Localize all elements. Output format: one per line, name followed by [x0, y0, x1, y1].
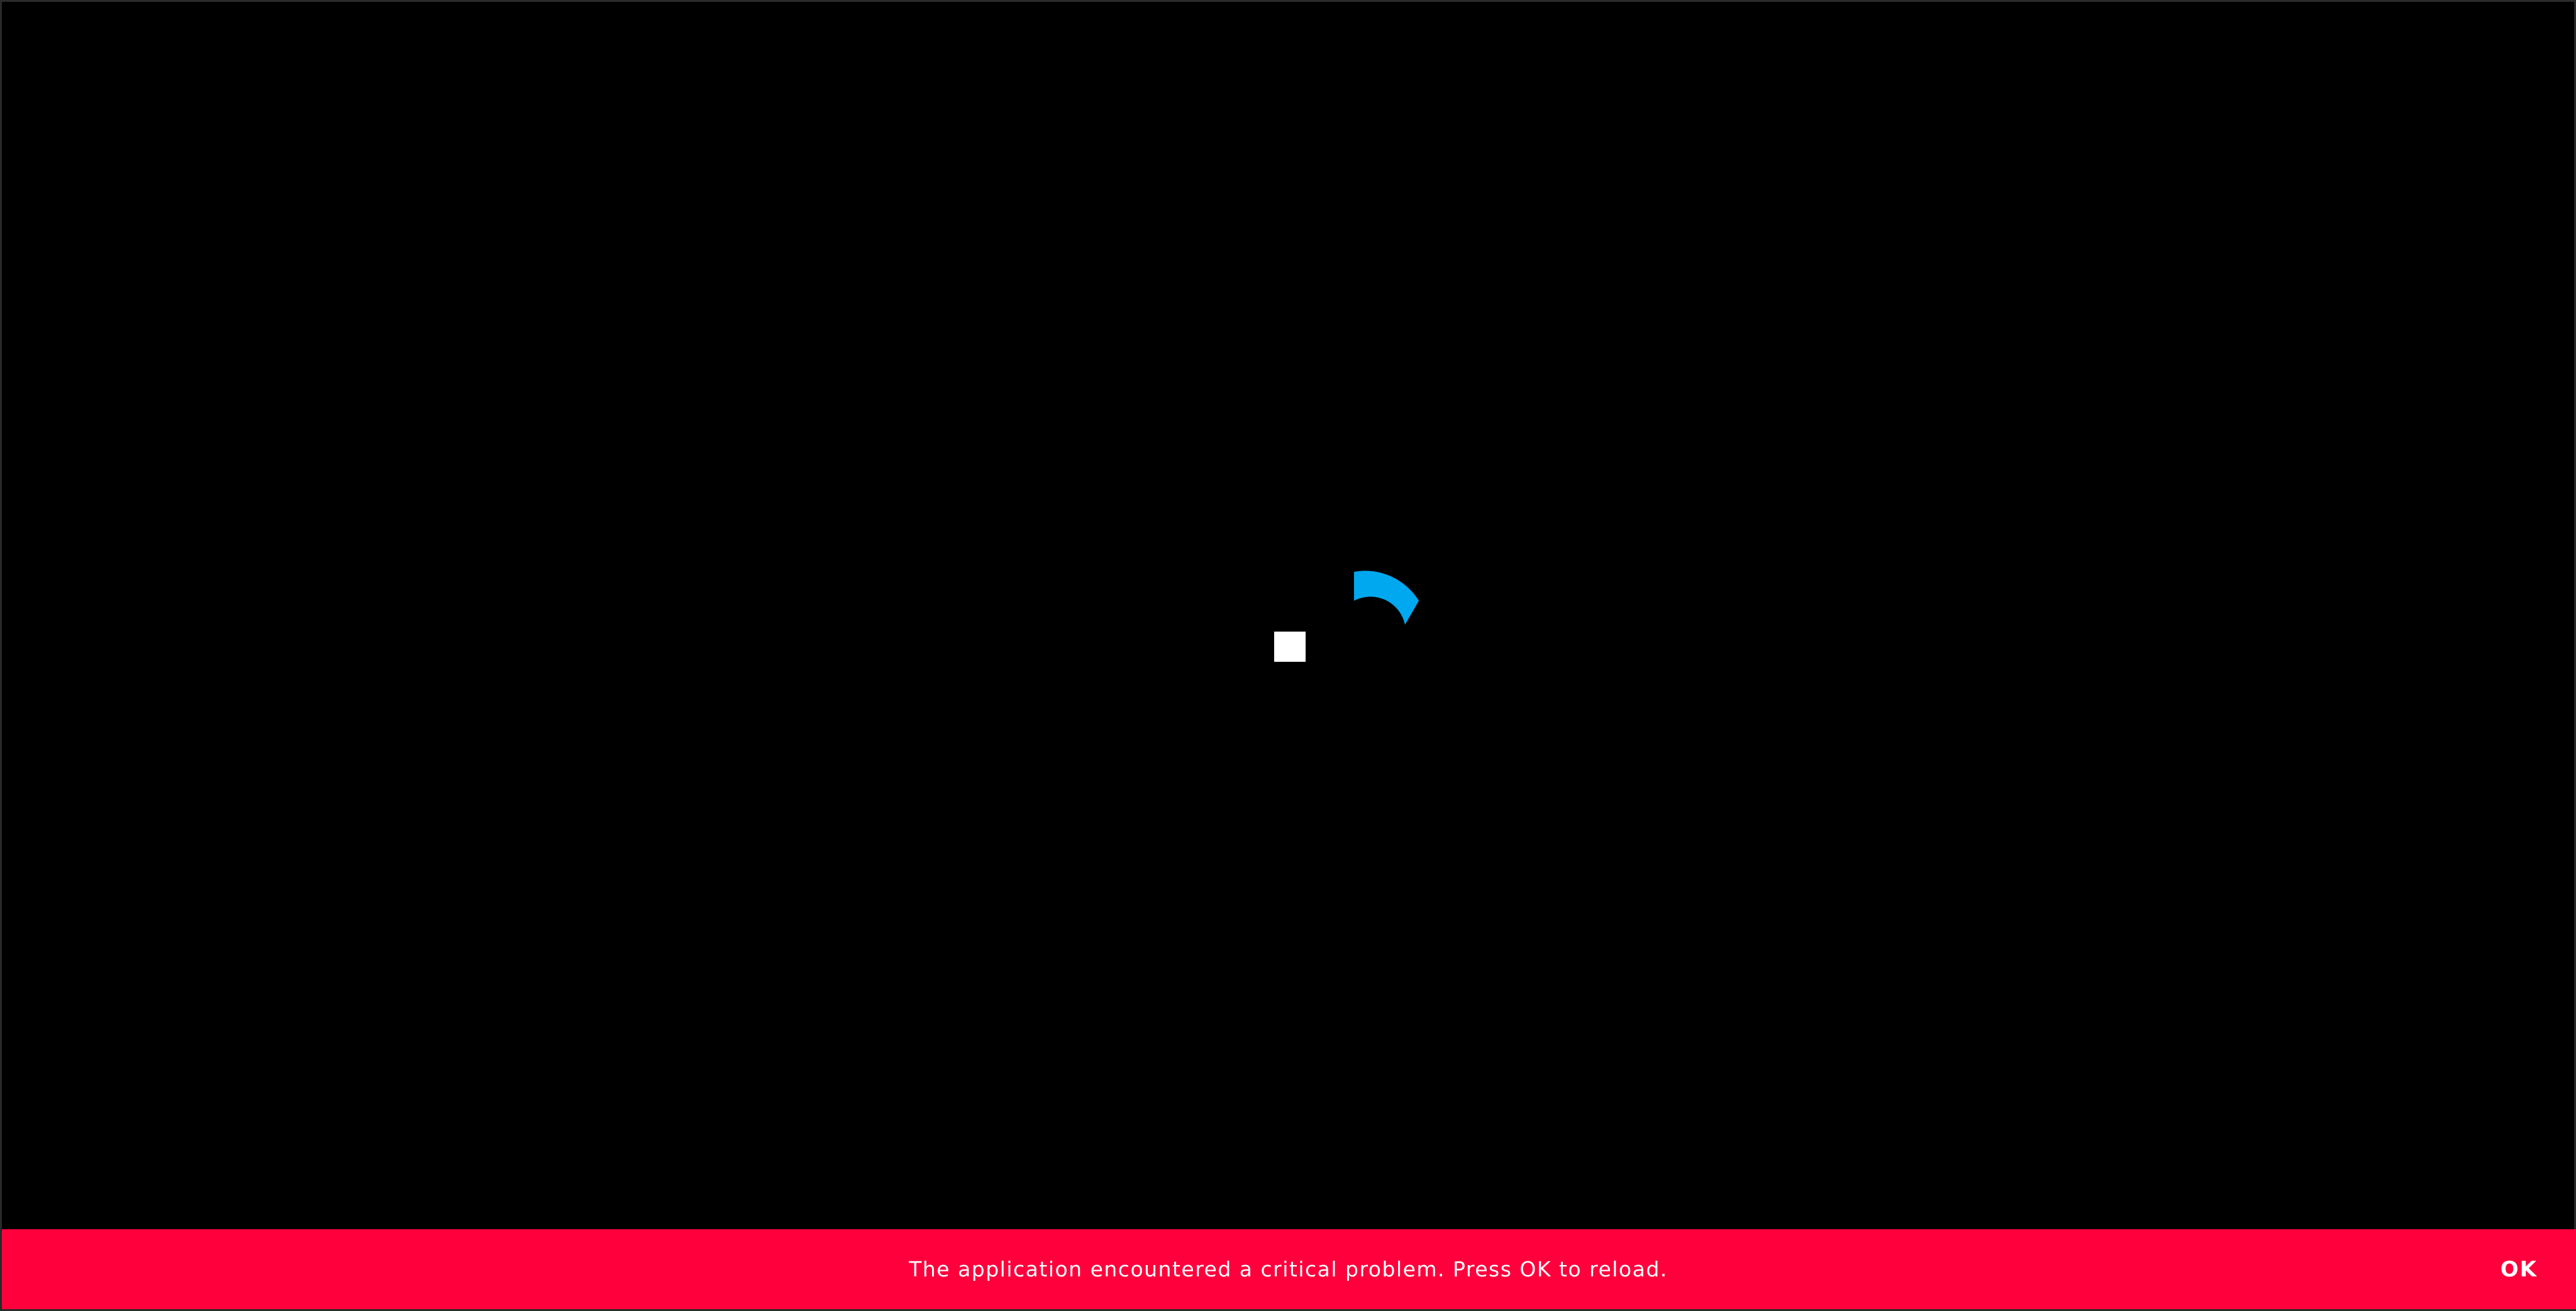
loading-square-icon	[1274, 632, 1306, 662]
app-window: The application encountered a critical p…	[0, 0, 2576, 1311]
ok-button[interactable]: OK	[2497, 1229, 2541, 1309]
error-message: The application encountered a critical p…	[909, 1257, 1668, 1281]
loading-spinner-arc-icon	[1354, 571, 1419, 625]
loading-area	[2, 2, 2574, 1230]
spinner-arc-segment	[1354, 571, 1419, 625]
error-banner: The application encountered a critical p…	[2, 1229, 2576, 1309]
